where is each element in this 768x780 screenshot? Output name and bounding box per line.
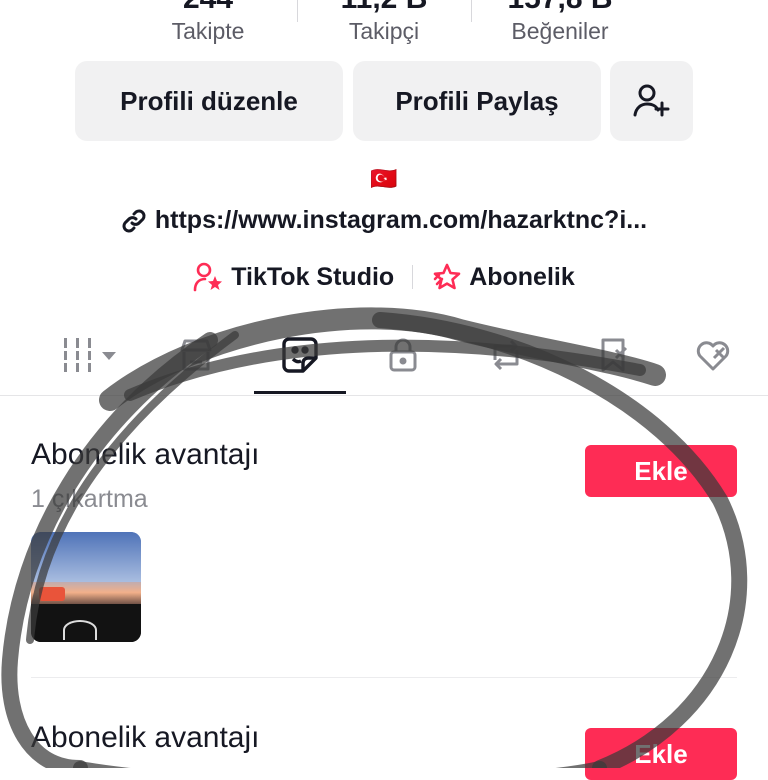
scribble-overlay <box>1 307 748 768</box>
